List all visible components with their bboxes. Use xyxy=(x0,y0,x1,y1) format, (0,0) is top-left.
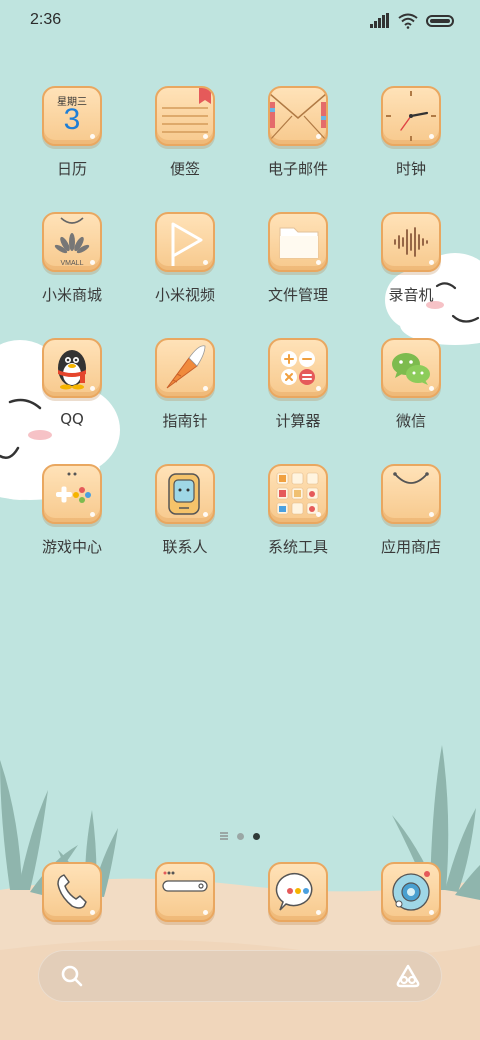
page-list-icon[interactable] xyxy=(220,832,228,840)
status-bar: 2:36 xyxy=(0,0,480,40)
notes-icon xyxy=(155,86,215,146)
shopping-bag-icon xyxy=(381,464,441,524)
dock-phone[interactable] xyxy=(42,862,102,922)
app-label: 系统工具 xyxy=(267,538,328,556)
dock-browser[interactable] xyxy=(155,862,215,922)
app-label: 小米商城 xyxy=(41,286,102,304)
video-play-icon xyxy=(155,212,215,272)
assistant-icon[interactable] xyxy=(394,963,422,989)
app-clock[interactable]: 时钟 xyxy=(361,86,461,196)
status-time: 2:36 xyxy=(30,11,62,28)
app-label: 联系人 xyxy=(162,538,208,556)
app-compass[interactable]: 指南针 xyxy=(135,338,235,448)
app-email[interactable]: 电子邮件 xyxy=(248,86,348,196)
battery-icon xyxy=(426,15,454,27)
dock-messages[interactable] xyxy=(268,862,328,922)
app-notes[interactable]: 便签 xyxy=(135,86,235,196)
page-dot[interactable] xyxy=(237,833,244,840)
app-label: 电子邮件 xyxy=(267,160,328,178)
page-dot-active[interactable] xyxy=(253,833,260,840)
app-label: 小米视频 xyxy=(154,286,215,304)
page-indicator[interactable] xyxy=(216,830,266,842)
folder-icon xyxy=(268,212,328,272)
app-mall[interactable]: VMALL 小米商城 xyxy=(22,212,122,322)
mall-bag-icon: VMALL xyxy=(42,212,102,272)
app-label: 微信 xyxy=(395,412,426,430)
mall-brand-text: VMALL xyxy=(61,260,84,267)
app-label: 计算器 xyxy=(275,412,321,430)
app-label: 应用商店 xyxy=(380,538,441,556)
app-tools[interactable]: 系统工具 xyxy=(248,464,348,574)
app-label: 日历 xyxy=(56,160,87,178)
calendar-day: 3 xyxy=(63,103,81,136)
carrot-pen-icon xyxy=(155,338,215,398)
calendar-icon: 星期三 3 xyxy=(42,86,102,146)
app-label: 录音机 xyxy=(388,286,434,304)
camera-icon xyxy=(392,871,430,911)
tools-folder-icon xyxy=(268,464,328,524)
app-label: 指南针 xyxy=(162,412,208,430)
wifi-icon xyxy=(398,13,418,29)
app-wechat[interactable]: 微信 xyxy=(361,338,461,448)
app-qq[interactable]: QQ xyxy=(22,338,122,448)
wechat-icon xyxy=(381,338,441,398)
clock-icon xyxy=(381,86,441,146)
sound-wave-icon xyxy=(381,212,441,272)
app-calendar[interactable]: 星期三 3 日历 xyxy=(22,86,122,196)
app-video[interactable]: 小米视频 xyxy=(135,212,235,322)
phone-icon xyxy=(57,874,87,909)
app-appstore[interactable]: 应用商店 xyxy=(361,464,461,574)
app-label: QQ xyxy=(60,410,84,428)
search-bar[interactable] xyxy=(38,950,442,1002)
app-label: 时钟 xyxy=(395,160,426,178)
app-label: 文件管理 xyxy=(267,286,328,304)
messages-icon xyxy=(275,872,313,911)
app-games[interactable]: 游戏中心 xyxy=(22,464,122,574)
app-recorder[interactable]: 录音机 xyxy=(361,212,461,322)
app-contacts[interactable]: 联系人 xyxy=(135,464,235,574)
contacts-icon xyxy=(155,464,215,524)
search-icon[interactable] xyxy=(60,964,84,988)
browser-icon xyxy=(162,871,208,892)
battery-fill xyxy=(430,19,450,23)
app-label: 便签 xyxy=(169,160,200,178)
calculator-icon xyxy=(268,338,328,398)
dock-camera[interactable] xyxy=(381,862,441,922)
gamepad-icon xyxy=(42,464,102,524)
app-calculator[interactable]: 计算器 xyxy=(248,338,348,448)
email-icon xyxy=(268,86,328,146)
status-icons xyxy=(370,12,454,30)
app-files[interactable]: 文件管理 xyxy=(248,212,348,322)
qq-penguin-icon xyxy=(42,338,102,398)
app-label: 游戏中心 xyxy=(41,538,102,556)
signal-icon xyxy=(370,13,389,28)
